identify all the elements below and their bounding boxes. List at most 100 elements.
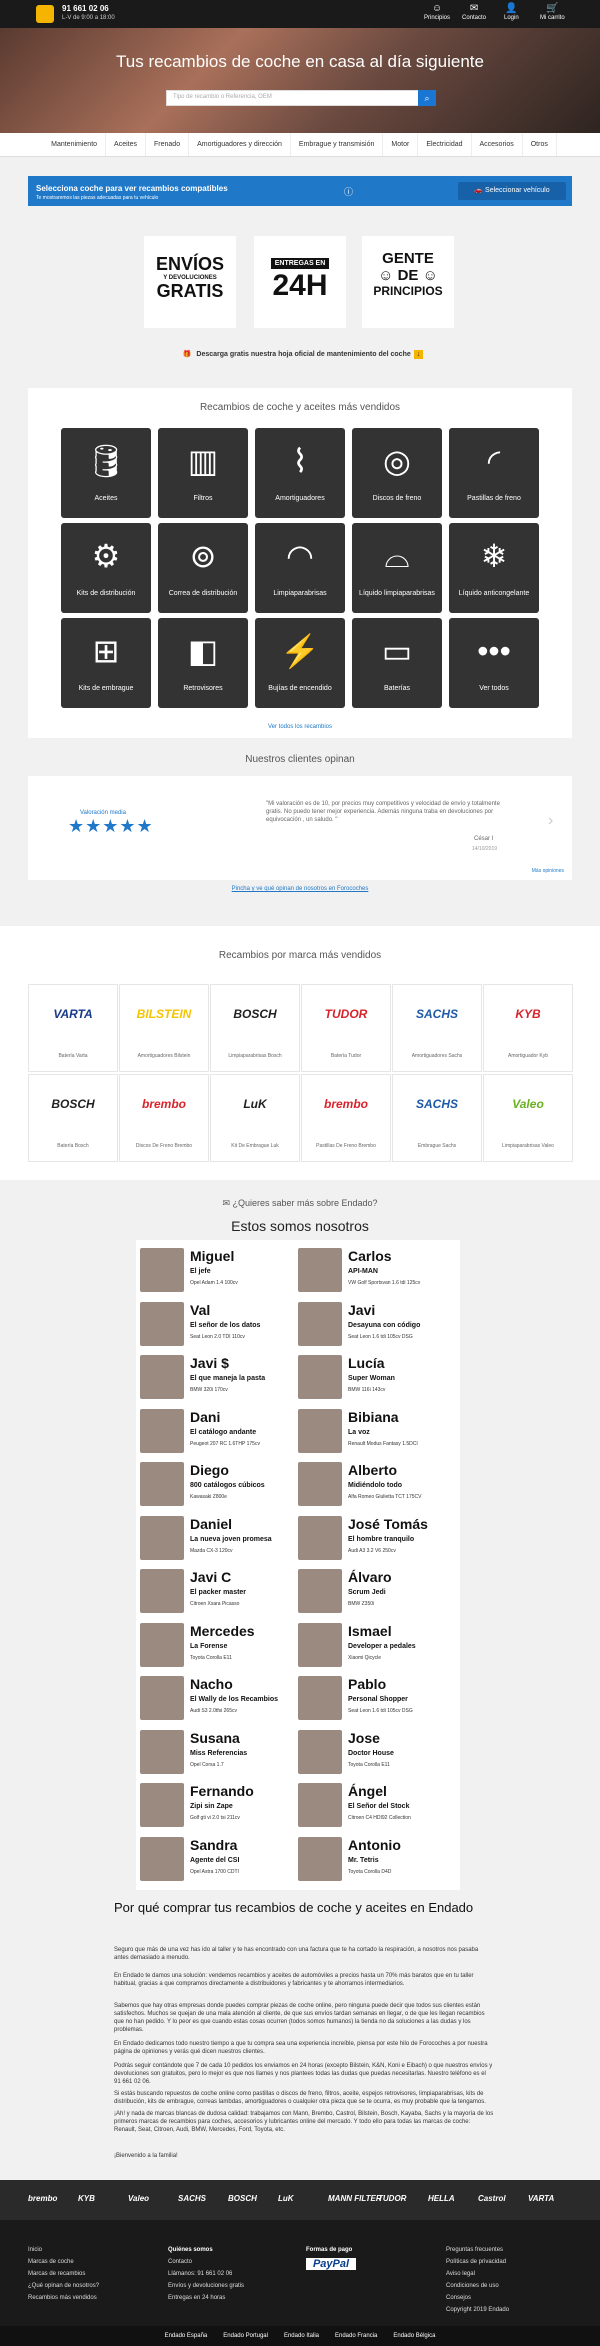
search-input[interactable]: Tipo de recambio o Referencia, OEM: [166, 90, 436, 106]
footer-link[interactable]: Marcas de recambios: [28, 2268, 99, 2280]
search-button[interactable]: ⌕: [418, 90, 436, 106]
nav-amortiguadores[interactable]: Amortiguadores y dirección: [189, 133, 291, 156]
brand-caption: Limpiaparabrisas Bosch: [228, 1053, 282, 1059]
member-name: Ismael: [348, 1622, 392, 1639]
endado-logo[interactable]: [36, 5, 54, 23]
footer-link[interactable]: Inicio: [28, 2244, 99, 2256]
footer-link[interactable]: Marcas de coche: [28, 2256, 99, 2268]
footer-link[interactable]: Entregas en 24 horas: [168, 2292, 244, 2304]
nav-motor[interactable]: Motor: [383, 133, 419, 156]
brand-card[interactable]: BILSTEIN Amortiguadores Bilstein: [119, 984, 209, 1072]
forocoches-link[interactable]: Pincha y ve qué opinan de nosotros en Fo…: [0, 886, 600, 892]
member-name: Antonio: [348, 1836, 401, 1853]
brand-card[interactable]: SACHS Amortiguadores Sachs: [392, 984, 482, 1072]
brand-logo: BOSCH: [233, 1007, 277, 1021]
brand-card[interactable]: TUDOR Batería Tudor: [301, 984, 391, 1072]
nav-embrague[interactable]: Embrague y transmisión: [291, 133, 384, 156]
footer-about-heading[interactable]: Quiénes somos: [168, 2244, 244, 2256]
country-site-link[interactable]: Endado Francia: [335, 2333, 377, 2339]
nav-accesorios[interactable]: Accesorios: [472, 133, 523, 156]
brand-logo: SACHS: [415, 1007, 458, 1021]
footer-link[interactable]: ¿Qué opinan de nosotros?: [28, 2280, 99, 2292]
product-tile[interactable]: ▭ Baterías: [352, 618, 442, 708]
selector-subtitle: Te mostraremos las piezas adecuadas para…: [36, 195, 159, 201]
member-name: Susana: [190, 1729, 240, 1746]
cart-link[interactable]: 🛒 Mi carrito: [540, 3, 565, 21]
brand-card[interactable]: SACHS Embrague Sachs: [392, 1074, 482, 1162]
brand-card[interactable]: BOSCH Batería Bosch: [28, 1074, 118, 1162]
nav-otros[interactable]: Otros: [523, 133, 557, 156]
next-review-arrow-icon[interactable]: ›: [548, 812, 553, 830]
product-tile[interactable]: ◠ Limpiaparabrisas: [255, 523, 345, 613]
product-tile[interactable]: 🛢 Aceites: [61, 428, 151, 518]
footer-link[interactable]: Políticas de privacidad: [446, 2256, 509, 2268]
spark-plug-icon: ⚡: [280, 633, 320, 669]
product-tile[interactable]: ◜ Pastillas de freno: [449, 428, 539, 518]
footer-link[interactable]: Envíos y devoluciones gratis: [168, 2280, 244, 2292]
brand-caption: Pastillas De Freno Brembo: [316, 1143, 376, 1149]
member-car: Mazda CX-3 120cv: [190, 1547, 233, 1554]
login-link[interactable]: 👤 Login: [504, 3, 519, 21]
member-photo: [140, 1355, 184, 1399]
brand-card[interactable]: Valeo Limpiaparabrisas Valeo: [483, 1074, 573, 1162]
download-button[interactable]: ↓: [413, 350, 424, 359]
vehicle-selector[interactable]: Selecciona coche para ver recambios comp…: [28, 176, 572, 206]
product-tile[interactable]: ⚡ Bujías de encendido: [255, 618, 345, 708]
member-photo: [140, 1301, 184, 1346]
footer-link[interactable]: Contacto: [168, 2256, 244, 2268]
member-car: BMW 320i 170cv: [190, 1387, 228, 1393]
brand-card[interactable]: VARTA Batería Varta: [28, 984, 118, 1072]
about-question[interactable]: ✉ ¿Quieres saber más sobre Endado?: [0, 1198, 600, 1209]
footer-link[interactable]: Recambios más vendidos: [28, 2292, 99, 2304]
product-tile[interactable]: ⊚ Correa de distribución: [158, 523, 248, 613]
member-photo: [140, 1622, 184, 1667]
product-tile[interactable]: ◧ Retrovisores: [158, 618, 248, 708]
smiley-icon: ☺: [431, 3, 443, 14]
member-car: Toyota Corolla E11: [190, 1654, 232, 1661]
footer-link[interactable]: Aviso legal: [446, 2268, 509, 2280]
product-tile[interactable]: ⊞ Kits de embrague: [61, 618, 151, 708]
team-member: Daniel La nueva joven promesa Mazda CX-3 1…: [140, 1512, 298, 1564]
badge-24h: ENTREGAS EN 24H: [254, 236, 346, 328]
team-member: Bibiana La voz Renault Modus Fantasy 1.5DC…: [298, 1405, 456, 1457]
country-site-link[interactable]: Endado Bélgica: [393, 2333, 435, 2339]
brand-card[interactable]: BOSCH Limpiaparabrisas Bosch: [210, 984, 300, 1072]
nav-frenado[interactable]: Frenado: [146, 133, 190, 156]
nav-aceites[interactable]: Aceites: [106, 133, 147, 156]
brand-caption: Batería Varta: [58, 1053, 88, 1059]
reviews-card: Valoración media ★★★★★ "Mi valoración es…: [28, 776, 572, 880]
footer-link[interactable]: Llámanos: 91 661 02 06: [168, 2268, 244, 2280]
brand-card[interactable]: brembo Discos De Freno Brembo: [119, 1074, 209, 1162]
member-role: 800 catálogos cúbicos: [190, 1482, 265, 1489]
country-site-link[interactable]: Endado Portugal: [223, 2333, 268, 2339]
more-reviews-link[interactable]: Más opiniones: [532, 868, 564, 874]
footer-link[interactable]: Condiciones de uso: [446, 2280, 509, 2292]
product-tile[interactable]: ⚙ Kits de distribución: [61, 523, 151, 613]
brand-card[interactable]: LuK Kit De Embrague Luk: [210, 1074, 300, 1162]
footer-link[interactable]: Preguntas frecuentes: [446, 2244, 509, 2256]
country-site-link[interactable]: Endado España: [165, 2333, 208, 2339]
product-tile[interactable]: ▥ Filtros: [158, 428, 248, 518]
oil-can-icon: 🛢: [85, 443, 127, 479]
product-tile[interactable]: ❄ Líquido anticongelante: [449, 523, 539, 613]
product-tile[interactable]: ◎ Discos de freno: [352, 428, 442, 518]
phone-number[interactable]: 91 661 02 06: [62, 4, 109, 13]
brand-card[interactable]: brembo Pastillas De Freno Brembo: [301, 1074, 391, 1162]
footer-brand-logo: LuK: [278, 2194, 294, 2203]
nav-mantenimiento[interactable]: Mantenimiento: [43, 133, 107, 156]
footer-link[interactable]: Copyright 2019 Endado: [446, 2304, 509, 2316]
product-tile[interactable]: ••• Ver todos: [449, 618, 539, 708]
catalog-download[interactable]: 🎁 Descarga gratis nuestra hoja oficial d…: [0, 350, 600, 359]
select-vehicle-button[interactable]: 🚗 Seleccionar vehículo: [458, 182, 566, 200]
footer-link[interactable]: Consejos: [446, 2292, 509, 2304]
contact-link[interactable]: ✉ Contacto: [462, 3, 486, 21]
product-tile[interactable]: ⌇ Amortiguadores: [255, 428, 345, 518]
nav-electricidad[interactable]: Electricidad: [418, 133, 472, 156]
info-icon[interactable]: ⓘ: [344, 185, 353, 198]
principles-link[interactable]: ☺ Principios: [424, 3, 450, 21]
member-photo: [298, 1622, 342, 1667]
country-site-link[interactable]: Endado Italia: [284, 2333, 319, 2339]
view-all-products-link[interactable]: Ver todos los recambios: [28, 724, 572, 730]
brand-card[interactable]: KYB Amortiguador Kyb: [483, 984, 573, 1072]
product-tile[interactable]: ⌓ Líquido limpiaparabrisas: [352, 523, 442, 613]
